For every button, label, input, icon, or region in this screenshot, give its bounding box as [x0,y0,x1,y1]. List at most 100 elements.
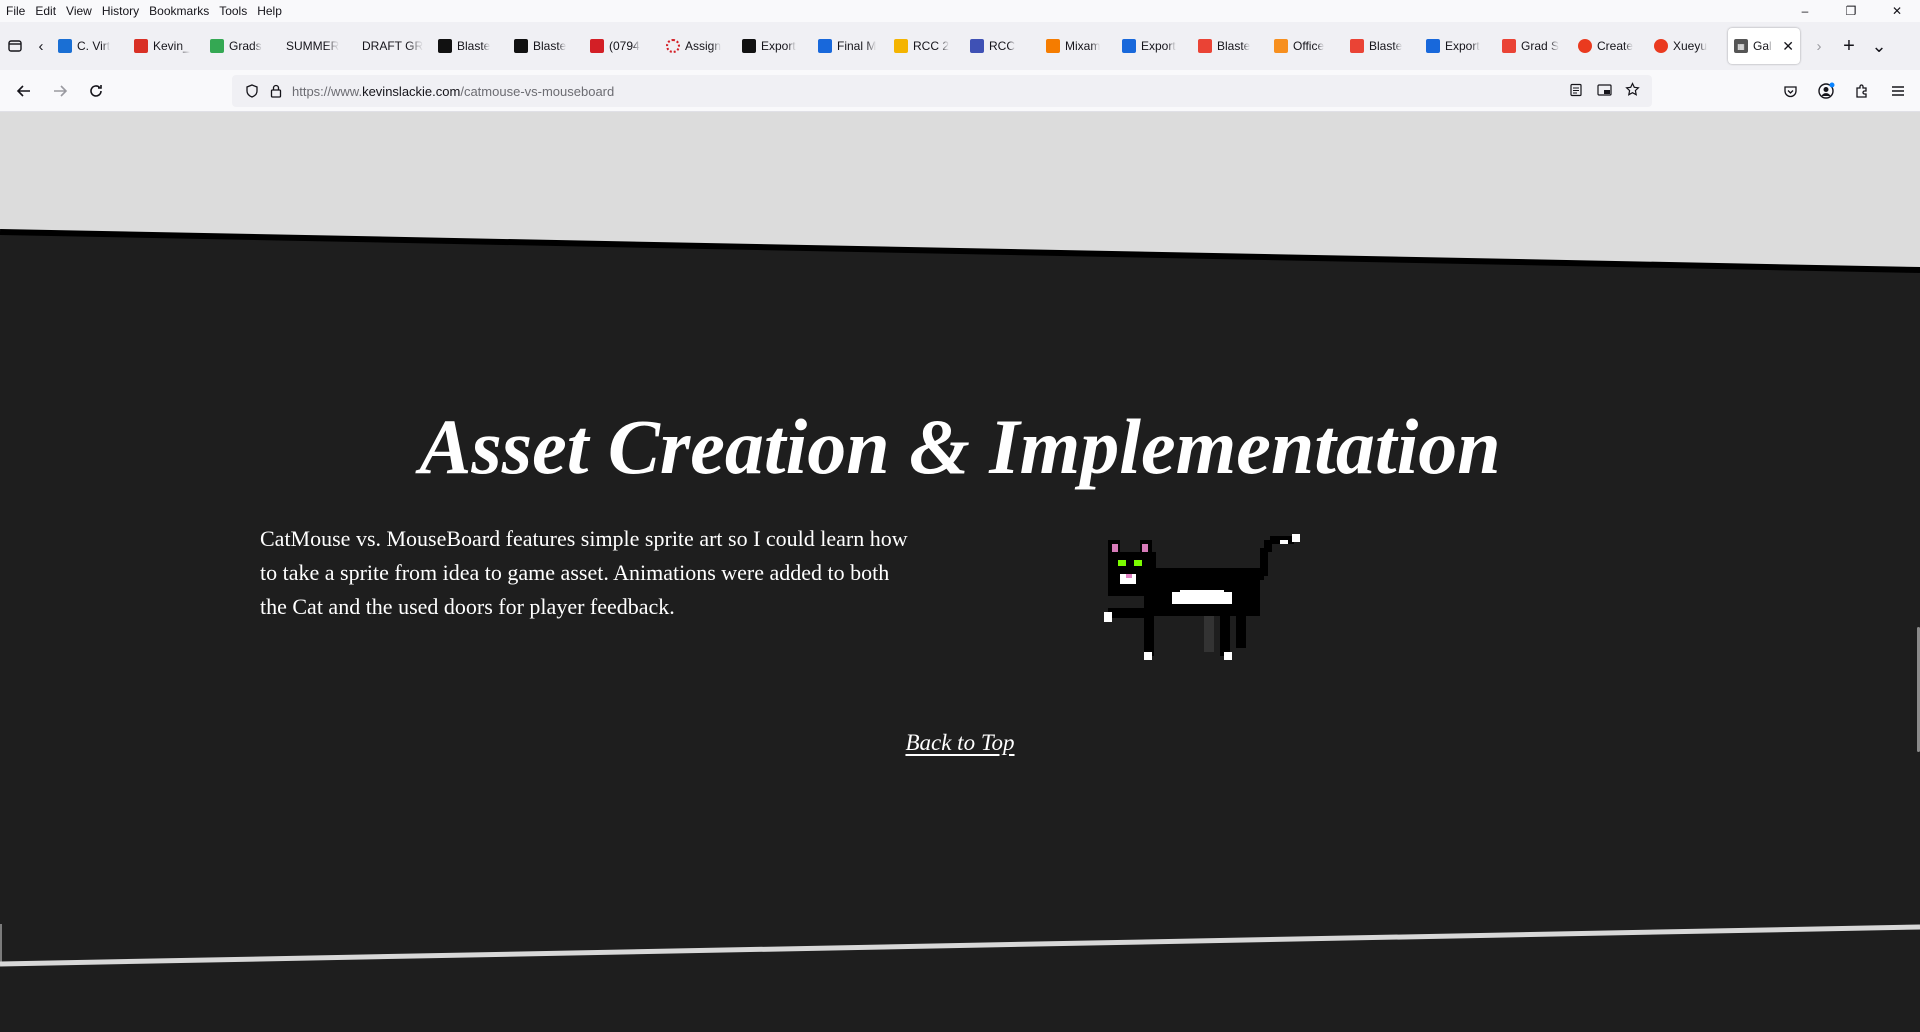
menu-bookmarks[interactable]: Bookmarks [144,4,214,18]
tab-label: C. Virt [77,39,111,53]
tab-13[interactable]: Mixam [1040,28,1116,64]
tab-10[interactable]: Final M [812,28,888,64]
restore-button[interactable]: ❐ [1828,0,1874,22]
menu-tools[interactable]: Tools [214,4,252,18]
pocket-icon [1783,85,1797,97]
forward-arrow-icon [54,84,68,97]
url-bar[interactable]: https://www.kevinslackie.com/catmouse-vs… [232,75,1652,107]
reader-view-icon[interactable] [1562,83,1590,100]
url-domain: kevinslackie.com [362,83,461,99]
puzzle-icon [1856,84,1867,98]
spinner-icon [666,39,680,53]
extensions-button[interactable] [1844,75,1880,107]
tab-3[interactable]: SUMMER [280,28,356,64]
figma-like-icon [514,39,528,53]
menu-bar: File Edit View History Bookmarks Tools H… [0,0,1920,22]
hamburger-icon [1892,86,1904,96]
tab-scroll-right-button[interactable]: › [1804,22,1834,70]
menu-help[interactable]: Help [252,4,287,18]
back-arrow-icon [16,84,30,97]
tab-scroll-left-button[interactable]: ‹ [30,22,52,70]
tab-0[interactable]: C. Virt [52,28,128,64]
url-actions [1562,75,1646,107]
tab-label: Blaste [1217,39,1251,53]
firefox-view-button[interactable] [0,22,30,70]
account-icon [1818,82,1835,99]
back-to-top-link[interactable]: Back to Top [905,730,1014,755]
red-dot-icon [1654,39,1668,53]
tab-label: Create [1597,39,1634,53]
close-window-button[interactable]: ✕ [1874,0,1920,22]
tab-4[interactable]: DRAFT GR [356,28,432,64]
tab-label: Office [1293,39,1325,53]
minimize-button[interactable]: – [1782,0,1828,22]
reload-button[interactable] [78,75,114,107]
tab-bar: ‹ C. Virt Kevin_ Grads SUMMER DRAFT GR Blaste… [0,22,1920,70]
new-tab-button[interactable]: + [1834,22,1864,70]
tab-list: C. Virt Kevin_ Grads SUMMER DRAFT GR Blaste Bl… [52,22,1724,70]
tab-7[interactable]: (0794 [584,28,660,64]
tab-label: Blaste [533,39,567,53]
close-tab-icon[interactable]: ✕ [1782,38,1794,55]
section-heading: Asset Creation & Implementation [419,403,1501,490]
tab-9[interactable]: Export [736,28,812,64]
tab-label: (0794 [609,39,640,53]
url-prefix: https://www. [292,83,363,99]
tab-17[interactable]: Blaste [1344,28,1420,64]
shield-icon[interactable] [240,84,264,98]
tab-2[interactable]: Grads [204,28,280,64]
tab-5[interactable]: Blaste [432,28,508,64]
tab-label: RCC [989,39,1015,53]
back-to-top-container: Back to Top [0,730,1920,756]
tab-1[interactable]: Kevin_ [128,28,204,64]
toolbar-right [1772,75,1916,107]
menu-edit[interactable]: Edit [30,4,61,18]
confluence-icon [818,39,832,53]
account-button[interactable] [1808,75,1844,107]
tab-12[interactable]: RCC [964,28,1040,64]
tab-14[interactable]: Export [1116,28,1192,64]
tab-label: Export [1141,39,1176,53]
navigation-bar: https://www.kevinslackie.com/catmouse-vs… [0,70,1920,112]
atlassian-icon [1426,39,1440,53]
confluence-icon [1122,39,1136,53]
tab-8[interactable]: Assign [660,28,736,64]
tab-label: Blaste [457,39,491,53]
tab-label: Xueyu [1673,39,1708,53]
top-light-band [0,112,1920,268]
tab-11[interactable]: RCC 2 [888,28,964,64]
tab-label: Gal [1753,39,1772,53]
tab-16[interactable]: Office [1268,28,1344,64]
menu-file[interactable]: File [0,4,30,18]
tab-18[interactable]: Export [1420,28,1496,64]
tab-label: SUMMER [286,39,340,53]
lock-icon[interactable] [264,84,288,98]
pinwheel-icon [210,39,224,53]
tab-19[interactable]: Grad S [1496,28,1572,64]
tab-label: RCC 2 [913,39,950,53]
window-controls: – ❐ ✕ [1782,0,1920,22]
back-button[interactable] [6,75,42,107]
picture-in-picture-icon[interactable] [1590,83,1618,100]
tab-label: Grads [229,39,262,53]
tab-15[interactable]: Blaste [1192,28,1268,64]
app-menu-button[interactable] [1880,75,1916,107]
url-text: https://www.kevinslackie.com/catmouse-vs… [292,84,614,99]
tab-label: Grad S [1521,39,1560,53]
forward-button[interactable] [42,75,78,107]
red-dot-icon [1578,39,1592,53]
tab-20[interactable]: Create [1572,28,1648,64]
office-icon [1274,39,1288,53]
firefox-view-icon [8,40,22,52]
tab-6[interactable]: Blaste [508,28,584,64]
bookmark-star-icon[interactable] [1618,82,1646,100]
menu-history[interactable]: History [97,4,144,18]
tab-active[interactable]: ▦ Gal ✕ [1728,28,1800,64]
tab-21[interactable]: Xueyu [1648,28,1724,64]
pocket-button[interactable] [1772,75,1808,107]
tab-label: Export [761,39,796,53]
menu-view[interactable]: View [61,4,97,18]
list-all-tabs-button[interactable]: ⌄ [1864,22,1894,70]
slides-icon [134,39,148,53]
tab-label: DRAFT GR [362,39,424,53]
